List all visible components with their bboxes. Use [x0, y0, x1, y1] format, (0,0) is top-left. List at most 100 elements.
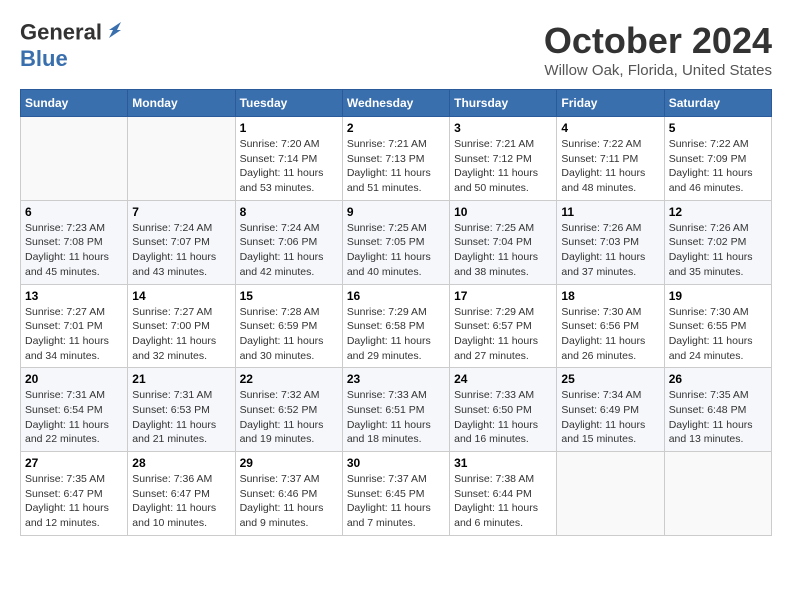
- cell-text: Sunrise: 7:26 AM: [669, 221, 767, 236]
- cell-text: Sunrise: 7:27 AM: [25, 305, 123, 320]
- cell-text: Daylight: 11 hours and 48 minutes.: [561, 166, 659, 195]
- calendar-cell: 13Sunrise: 7:27 AMSunset: 7:01 PMDayligh…: [21, 284, 128, 368]
- cell-text: Sunset: 6:53 PM: [132, 403, 230, 418]
- day-number: 29: [240, 456, 338, 470]
- cell-text: Sunset: 6:46 PM: [240, 487, 338, 502]
- cell-text: Daylight: 11 hours and 53 minutes.: [240, 166, 338, 195]
- cell-text: Sunrise: 7:30 AM: [561, 305, 659, 320]
- cell-text: Sunrise: 7:33 AM: [454, 388, 552, 403]
- cell-text: Sunrise: 7:24 AM: [132, 221, 230, 236]
- cell-text: Sunset: 7:00 PM: [132, 319, 230, 334]
- calendar-cell: 11Sunrise: 7:26 AMSunset: 7:03 PMDayligh…: [557, 200, 664, 284]
- cell-text: Daylight: 11 hours and 12 minutes.: [25, 501, 123, 530]
- day-number: 17: [454, 289, 552, 303]
- day-number: 7: [132, 205, 230, 219]
- day-number: 31: [454, 456, 552, 470]
- day-number: 23: [347, 372, 445, 386]
- calendar-cell: 23 Sunrise: 7:33 AMSunset: 6:51 PMDayligh…: [342, 368, 449, 452]
- cell-text: Sunset: 6:45 PM: [347, 487, 445, 502]
- calendar-cell: 12Sunrise: 7:26 AMSunset: 7:02 PMDayligh…: [664, 200, 771, 284]
- calendar-cell: 9Sunrise: 7:25 AMSunset: 7:05 PMDaylight…: [342, 200, 449, 284]
- cell-text: Daylight: 11 hours and 24 minutes.: [669, 334, 767, 363]
- cell-text: Sunrise: 7:35 AM: [669, 388, 767, 403]
- cell-text: Sunrise: 7:36 AM: [132, 472, 230, 487]
- calendar-cell: 26Sunrise: 7:35 AMSunset: 6:48 PMDayligh…: [664, 368, 771, 452]
- day-number: 19: [669, 289, 767, 303]
- day-number: 12: [669, 205, 767, 219]
- calendar-week-1: 1Sunrise: 7:20 AMSunset: 7:14 PMDaylight…: [21, 117, 772, 201]
- col-header-thursday: Thursday: [450, 90, 557, 117]
- cell-text: Daylight: 11 hours and 15 minutes.: [561, 418, 659, 447]
- calendar-cell: [128, 117, 235, 201]
- calendar-cell: 22Sunrise: 7:32 AMSunset: 6:52 PMDayligh…: [235, 368, 342, 452]
- cell-text: Sunset: 6:51 PM: [347, 403, 445, 418]
- cell-text: Sunrise: 7:29 AM: [454, 305, 552, 320]
- cell-text: Sunset: 7:12 PM: [454, 152, 552, 167]
- day-number: 1: [240, 121, 338, 135]
- cell-text: Daylight: 11 hours and 35 minutes.: [669, 250, 767, 279]
- day-number: 6: [25, 205, 123, 219]
- calendar-cell: 6Sunrise: 7:23 AMSunset: 7:08 PMDaylight…: [21, 200, 128, 284]
- day-number: 8: [240, 205, 338, 219]
- logo-blue-text: Blue: [20, 47, 68, 71]
- cell-text: Daylight: 11 hours and 32 minutes.: [132, 334, 230, 363]
- calendar-week-4: 20Sunrise: 7:31 AMSunset: 6:54 PMDayligh…: [21, 368, 772, 452]
- cell-text: Sunset: 6:58 PM: [347, 319, 445, 334]
- cell-text: Daylight: 11 hours and 7 minutes.: [347, 501, 445, 530]
- cell-text: Sunrise: 7:25 AM: [454, 221, 552, 236]
- calendar-cell: 18Sunrise: 7:30 AMSunset: 6:56 PMDayligh…: [557, 284, 664, 368]
- day-number: 21: [132, 372, 230, 386]
- calendar-week-2: 6 Sunrise: 7:23 AMSunset: 7:08 PM Daylight…: [21, 200, 772, 284]
- day-number: 13: [25, 289, 123, 303]
- day-number: 22: [240, 372, 338, 386]
- col-header-wednesday: Wednesday: [342, 90, 449, 117]
- cell-text: Sunrise: 7:23 AM: [25, 221, 123, 236]
- cell-text: Sunrise: 7:22 AM: [561, 137, 659, 152]
- cell-text: Sunset: 6:54 PM: [25, 403, 123, 418]
- cell-text: Daylight: 11 hours and 26 minutes.: [561, 334, 659, 363]
- calendar-cell: 15Sunrise: 7:28 AMSunset: 6:59 PMDayligh…: [235, 284, 342, 368]
- cell-text: Sunset: 6:57 PM: [454, 319, 552, 334]
- cell-text: Sunset: 6:59 PM: [240, 319, 338, 334]
- day-number: 26: [669, 372, 767, 386]
- cell-text: Sunset: 7:08 PM: [25, 235, 123, 250]
- cell-text: Sunrise: 7:35 AM: [25, 472, 123, 487]
- day-number: 14: [132, 289, 230, 303]
- calendar-table: SundayMondayTuesdayWednesdayThursdayFrid…: [20, 89, 772, 536]
- cell-text: Daylight: 11 hours and 19 minutes.: [240, 418, 338, 447]
- calendar-cell: 8Sunrise: 7:24 AMSunset: 7:06 PMDaylight…: [235, 200, 342, 284]
- calendar-week-5: 27Sunrise: 7:35 AMSunset: 6:47 PMDayligh…: [21, 452, 772, 536]
- cell-text: Daylight: 11 hours and 27 minutes.: [454, 334, 552, 363]
- calendar-cell: 21Sunrise: 7:31 AMSunset: 6:53 PMDayligh…: [128, 368, 235, 452]
- month-title: October 2024: [544, 20, 772, 62]
- calendar-cell: [21, 117, 128, 201]
- cell-text: Sunset: 7:04 PM: [454, 235, 552, 250]
- cell-text: Daylight: 11 hours and 29 minutes.: [347, 334, 445, 363]
- cell-text: Sunset: 7:05 PM: [347, 235, 445, 250]
- calendar-cell: 30Sunrise: 7:37 AMSunset: 6:45 PMDayligh…: [342, 452, 449, 536]
- calendar-cell: 25Sunrise: 7:34 AMSunset: 6:49 PMDayligh…: [557, 368, 664, 452]
- cell-text: Daylight: 11 hours and 38 minutes.: [454, 250, 552, 279]
- cell-text: Daylight: 11 hours and 51 minutes.: [347, 166, 445, 195]
- cell-text: Daylight: 11 hours and 18 minutes.: [347, 418, 445, 447]
- cell-text: Sunrise: 7:21 AM: [347, 137, 445, 152]
- cell-text: Sunrise: 7:25 AM: [347, 221, 445, 236]
- calendar-week-3: 13Sunrise: 7:27 AMSunset: 7:01 PMDayligh…: [21, 284, 772, 368]
- cell-text: Sunset: 6:50 PM: [454, 403, 552, 418]
- cell-text: Sunset: 7:03 PM: [561, 235, 659, 250]
- calendar-cell: 4Sunrise: 7:22 AMSunset: 7:11 PMDaylight…: [557, 117, 664, 201]
- cell-text: Daylight: 11 hours and 37 minutes.: [561, 250, 659, 279]
- calendar-cell: 31Sunrise: 7:38 AMSunset: 6:44 PMDayligh…: [450, 452, 557, 536]
- cell-text: Sunrise: 7:33 AM: [347, 388, 445, 403]
- day-number: 20: [25, 372, 123, 386]
- cell-text: Sunrise: 7:24 AM: [240, 221, 338, 236]
- cell-text: Sunset: 7:09 PM: [669, 152, 767, 167]
- cell-text: Sunset: 6:49 PM: [561, 403, 659, 418]
- calendar-cell: 20Sunrise: 7:31 AMSunset: 6:54 PMDayligh…: [21, 368, 128, 452]
- cell-text: Sunset: 7:14 PM: [240, 152, 338, 167]
- cell-text: Daylight: 11 hours and 40 minutes.: [347, 250, 445, 279]
- calendar-cell: 10Sunrise: 7:25 AMSunset: 7:04 PMDayligh…: [450, 200, 557, 284]
- calendar-cell: 24Sunrise: 7:33 AMSunset: 6:50 PMDayligh…: [450, 368, 557, 452]
- calendar-cell: 3Sunrise: 7:21 AMSunset: 7:12 PMDaylight…: [450, 117, 557, 201]
- day-number: 2: [347, 121, 445, 135]
